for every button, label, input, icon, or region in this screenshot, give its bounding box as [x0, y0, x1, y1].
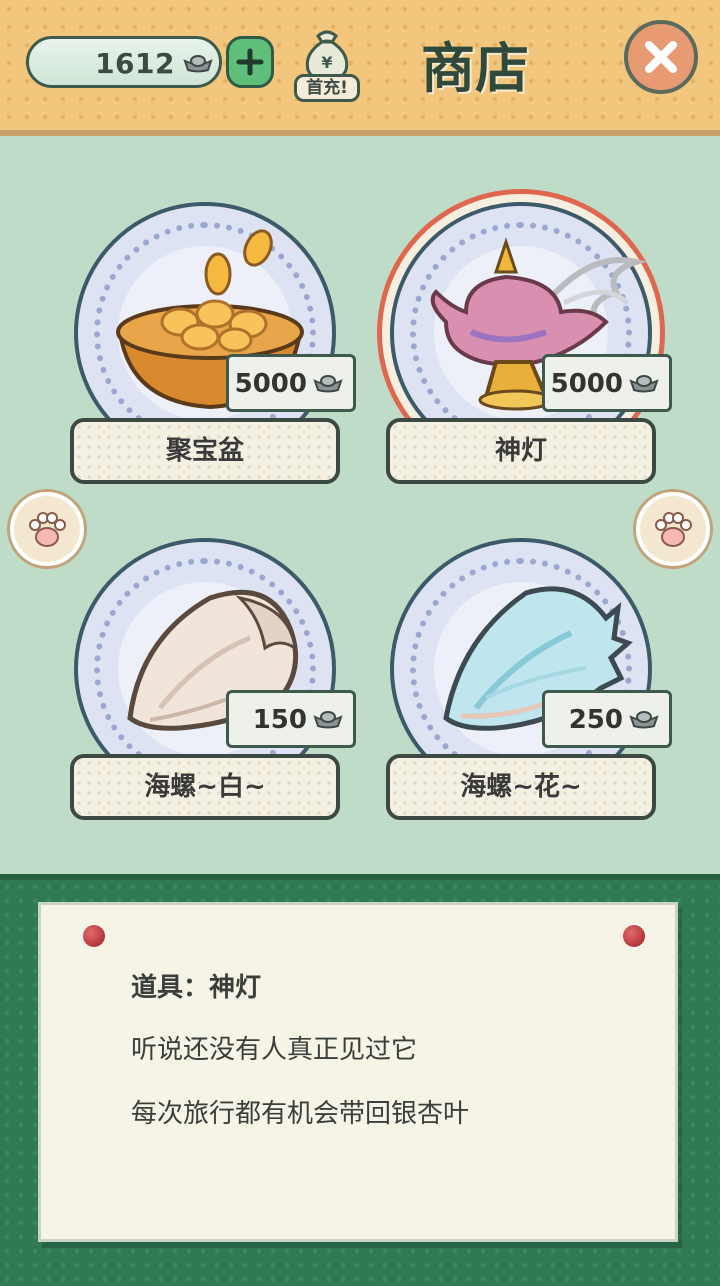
header-bar: 1612 ¥ 首充! 商店: [0, 0, 720, 136]
item-name: 神灯: [386, 418, 656, 484]
price-tag: 5000: [226, 354, 356, 412]
ingot-icon: [629, 375, 659, 393]
page-title: 商店: [421, 37, 529, 100]
next-page-button[interactable]: [636, 492, 710, 566]
currency-display: 1612: [26, 36, 222, 88]
ingot-icon: [629, 711, 659, 729]
info-description-line-1: 听说还没有人真正见过它: [131, 1035, 418, 1065]
plus-icon: [236, 48, 264, 76]
paw-icon: [29, 512, 66, 547]
item-price: 5000: [234, 369, 307, 399]
add-currency-button[interactable]: [226, 36, 274, 88]
ingot-icon: [313, 711, 343, 729]
first-charge-label: 首充!: [294, 74, 360, 102]
info-description-line-2: 每次旅行都有机会带回银杏叶: [131, 1099, 470, 1129]
item-price: 150: [252, 705, 307, 735]
ingot-icon: [183, 55, 213, 73]
ingot-icon: [313, 375, 343, 393]
pin-icon: [623, 925, 645, 947]
price-tag: 5000: [542, 354, 672, 412]
item-info-panel: 道具：神灯 听说还没有人真正见过它 每次旅行都有机会带回银杏叶: [0, 874, 720, 1286]
shop-item-white-conch[interactable]: 150 海螺~白~: [70, 538, 370, 838]
info-note: 道具：神灯 听说还没有人真正见过它 每次旅行都有机会带回银杏叶: [38, 902, 678, 1242]
info-title: 道具：神灯: [131, 973, 262, 1003]
close-button[interactable]: [624, 20, 698, 94]
pin-icon: [83, 925, 105, 947]
price-tag: 150: [226, 690, 356, 748]
item-name: 聚宝盆: [70, 418, 340, 484]
svg-text:¥: ¥: [321, 53, 332, 72]
item-name: 海螺~白~: [70, 754, 340, 820]
currency-value: 1612: [95, 47, 175, 80]
prev-page-button[interactable]: [10, 492, 84, 566]
item-name: 海螺~花~: [386, 754, 656, 820]
shop-item-treasure-bowl[interactable]: 5000 聚宝盆: [70, 202, 370, 502]
item-price: 5000: [550, 369, 623, 399]
close-icon: [645, 41, 677, 73]
first-charge-button[interactable]: ¥ 首充!: [292, 26, 366, 110]
paw-icon: [655, 512, 692, 547]
item-price: 250: [568, 705, 623, 735]
shop-grid: 5000 聚宝盆 5000 神灯 150 海螺~白~ 250 海螺~花~: [0, 136, 720, 874]
shop-item-flower-conch[interactable]: 250 海螺~花~: [386, 538, 686, 838]
price-tag: 250: [542, 690, 672, 748]
shop-item-magic-lamp[interactable]: 5000 神灯: [386, 202, 686, 502]
